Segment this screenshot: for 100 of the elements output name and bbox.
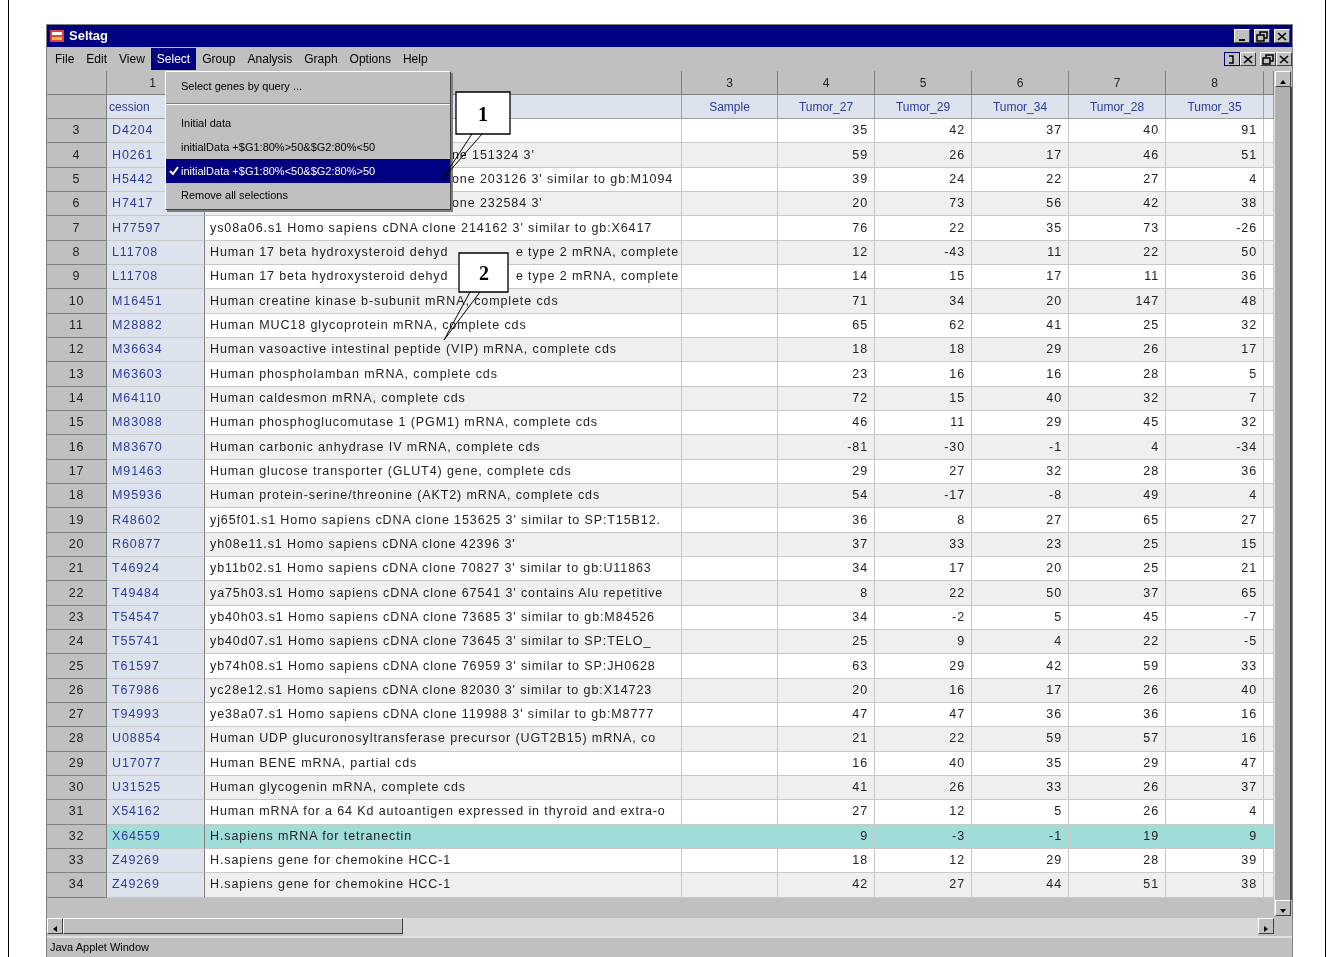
- table-cell: -3: [875, 824, 972, 849]
- table-cell: 65: [778, 313, 875, 338]
- table-cell: L11708: [107, 240, 205, 265]
- table-row[interactable]: 8 L11708 Human 17 beta hydroxysteroid dehyd e type 2 mRNA, complete 12 -43 11 22 50: [47, 240, 1274, 265]
- close-icon: [1276, 30, 1288, 42]
- menu-item[interactable]: File: [49, 48, 81, 70]
- table-row[interactable]: 18 M95936 Human protein-serine/threonine (AKT2) mRNA, complete cds 54 -17 -8 49 4: [47, 483, 1274, 509]
- menu-item[interactable]: Graph: [298, 48, 344, 70]
- table-cell: 20: [972, 289, 1069, 314]
- table-cell-text: H.sapiens mRNA for tetranectin: [210, 827, 413, 845]
- table-cell: -2: [875, 605, 972, 630]
- table-cell: 42: [778, 873, 875, 898]
- header-cell: [1264, 71, 1274, 95]
- row-number: 18: [47, 483, 107, 509]
- column-header[interactable]: Sample: [682, 95, 778, 119]
- table-cell: 27: [875, 459, 972, 484]
- table-cell: M16451: [107, 289, 205, 314]
- table-row[interactable]: 28 U08854 Human UDP glucuronosyltransferase precursor (UGT2B15) mRNA, co 21 22 59 57 16: [47, 727, 1274, 752]
- minimize-button[interactable]: [1234, 29, 1250, 43]
- table-cell: U08854: [107, 727, 205, 752]
- restore-button[interactable]: [1254, 29, 1270, 43]
- table-row[interactable]: 31 X54162 Human mRNA for a 64 Kd autoantigen expressed in thyroid and extra-o 27 12 5 26 4: [47, 800, 1274, 825]
- column-header[interactable]: Tumor_35: [1166, 95, 1264, 119]
- menu-item[interactable]: Select: [150, 48, 197, 70]
- table-row[interactable]: 21 T46924 yb11b02.s1 Homo sapiens cDNA clone 70827 3' similar to gb:U11863 34 17 20 25 21: [47, 556, 1274, 582]
- menu-item[interactable]: Options: [343, 48, 397, 70]
- table-row[interactable]: 26 T67986 yc28e12.s1 Homo sapiens cDNA clone 82030 3' similar to gb:X14723 20 16 17 26 40: [47, 678, 1274, 703]
- menu-item[interactable]: Group: [196, 48, 242, 70]
- table-cell: M83088: [107, 410, 205, 436]
- menu-item[interactable]: initialData +$G1:80%<50&$G2:80%>50: [166, 159, 450, 183]
- row-number: 25: [47, 654, 107, 679]
- table-cell: 36: [1166, 459, 1264, 484]
- restore-button[interactable]: [1260, 52, 1276, 66]
- row-number: 8: [47, 240, 107, 265]
- table-row[interactable]: 16 M83670 Human carbonic anhydrase IV mRNA, complete cds -81 -30 -1 4 -34: [47, 435, 1274, 460]
- table-row[interactable]: 20 R60877 yh08e11.s1 Homo sapiens cDNA clone 42396 3' 37 33 23 25 15: [47, 532, 1274, 557]
- table-cell: R60877: [107, 532, 205, 557]
- column-header[interactable]: Tumor_34: [972, 95, 1069, 119]
- menu-item[interactable]: Analysis: [241, 48, 299, 70]
- table-row[interactable]: 32 X64559 H.sapiens mRNA for tetranectin 9 -3 -1 19 9: [47, 824, 1274, 849]
- restore-icon: [1262, 53, 1274, 65]
- table-cell-text: yb40h03.s1 Homo sapiens cDNA clone 73685 3' similar to gb:M84526: [210, 608, 655, 626]
- table-cell: 47: [1166, 751, 1264, 776]
- table-cell: 8: [778, 581, 875, 606]
- table-row[interactable]: 14 M64110 Human caldesmon mRNA, complete cds 72 15 40 32 7: [47, 386, 1274, 411]
- scroll-right-button[interactable]: [1258, 918, 1274, 934]
- table-cell: 20: [778, 678, 875, 703]
- table-row[interactable]: 19 R48602 yj65f01.s1 Homo sapiens cDNA clone 153625 3' similar to SP:T15B12. 36 8 27 65 27: [47, 508, 1274, 533]
- table-row[interactable]: 29 U17077 Human BENE mRNA, partial cds 16 40 35 29 47: [47, 751, 1274, 776]
- column-header[interactable]: Tumor_29: [875, 95, 972, 119]
- table-cell-text: yb74h08.s1 Homo sapiens cDNA clone 76959 3' similar to SP:JH0628: [210, 657, 656, 675]
- close-button[interactable]: [1240, 52, 1256, 66]
- table-row[interactable]: 17 M91463 Human glucose transporter (GLUT4) gene, complete cds 29 27 32 28 36: [47, 459, 1274, 484]
- table-row[interactable]: 30 U31525 Human glycogenin mRNA, complete cds 41 26 33 26 37: [47, 775, 1274, 801]
- table-cell-text: yb11b02.s1 Homo sapiens cDNA clone 70827 3' similar to gb:U11863: [210, 560, 652, 578]
- table-cell-text: yb40d07.s1 Homo sapiens cDNA clone 73645 3' similar to SP:TELO_: [210, 633, 652, 651]
- table-row[interactable]: 34 Z49269 H.sapiens gene for chemokine HCC-1 42 27 44 51 38: [47, 873, 1274, 898]
- table-cell: -43: [875, 240, 972, 265]
- table-cell: -7: [1166, 605, 1264, 630]
- table-cell-text: one 203126 3' similar to gb:M1094: [452, 170, 674, 188]
- row-number: 4: [47, 143, 107, 168]
- table-row[interactable]: 25 T61597 yb74h08.s1 Homo sapiens cDNA clone 76959 3' similar to SP:JH0628 63 29 42 59 33: [47, 654, 1274, 679]
- close-button[interactable]: [1276, 52, 1292, 66]
- window-button[interactable]: [1224, 52, 1240, 66]
- table-row[interactable]: 33 Z49269 H.sapiens gene for chemokine HCC-1 18 12 29 28 39: [47, 848, 1274, 874]
- scroll-down-button[interactable]: [1275, 900, 1291, 916]
- table-cell: T55741: [107, 629, 205, 655]
- column-header[interactable]: Tumor_28: [1069, 95, 1166, 119]
- scroll-left-button[interactable]: [47, 918, 63, 934]
- table-row[interactable]: 23 T54547 yb40h03.s1 Homo sapiens cDNA clone 73685 3' similar to gb:M84526 34 -2 5 45 -7: [47, 605, 1274, 630]
- table-row[interactable]: 15 M83088 Human phosphoglucomutase 1 (PGM1) mRNA, complete cds 46 11 29 45 32: [47, 410, 1274, 436]
- column-number: 3: [682, 71, 778, 95]
- row-number: 6: [47, 192, 107, 217]
- scroll-up-button[interactable]: [1275, 71, 1291, 87]
- table-cell-text: yc28e12.s1 Homo sapiens cDNA clone 82030 3' similar to gb:X14723: [210, 681, 653, 699]
- table-cell: 28: [1069, 362, 1166, 387]
- table-cell: 5: [972, 605, 1069, 630]
- table-cell: 23: [778, 362, 875, 387]
- table-cell: -30: [875, 435, 972, 460]
- table-cell: 16: [875, 678, 972, 703]
- table-row[interactable]: 24 T55741 yb40d07.s1 Homo sapiens cDNA clone 73645 3' similar to SP:TELO_ 25 9 4 22 -5: [47, 629, 1274, 655]
- table-row[interactable]: 27 T94993 ye38a07.s1 Homo sapiens cDNA clone 119988 3' similar to gb:M8777 47 47 36 36 16: [47, 702, 1274, 728]
- table-cell: 5: [1166, 362, 1264, 387]
- table-row[interactable]: 22 T49484 ya75h03.s1 Homo sapiens cDNA clone 67541 3' contains Alu repetitive 8 22 50 37 65: [47, 581, 1274, 606]
- menu-item[interactable]: View: [113, 48, 151, 70]
- menu-item[interactable]: Help: [396, 48, 434, 70]
- table-cell: 37: [1069, 581, 1166, 606]
- row-number: 28: [47, 727, 107, 752]
- table-cell-text: yj65f01.s1 Homo sapiens cDNA clone 153625 3' similar to SP:T15B12.: [210, 511, 661, 529]
- table-row[interactable]: 13 M63603 Human phospholamban mRNA, complete cds 23 16 16 28 5: [47, 362, 1274, 387]
- table-row[interactable]: 12 M36634 Human vasoactive intestinal peptide (VIP) mRNA, complete cds 18 18 29 26 17: [47, 337, 1274, 363]
- close-button[interactable]: [1274, 29, 1290, 43]
- column-number: 6: [972, 71, 1069, 95]
- table-cell: M64110: [107, 386, 205, 411]
- column-header[interactable]: Tumor_27: [778, 95, 875, 119]
- table-cell: 45: [1069, 605, 1166, 630]
- table-cell: 9: [1166, 824, 1264, 849]
- table-row[interactable]: 7 H77597 ys08a06.s1 Homo sapiens cDNA clone 214162 3' similar to gb:X6417 76 22 35 73 -26: [47, 216, 1274, 241]
- row-number: 3: [47, 119, 107, 144]
- menu-item[interactable]: Edit: [80, 48, 114, 70]
